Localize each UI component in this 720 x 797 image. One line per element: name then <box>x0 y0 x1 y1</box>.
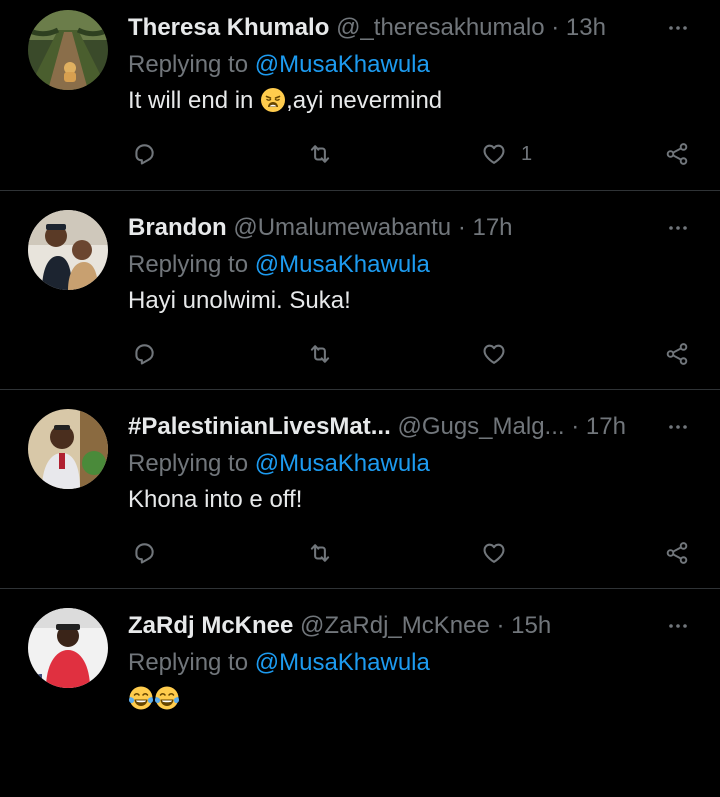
tweet-header: Brandon @Umalumewabantu · 17h <box>128 212 513 244</box>
separator-dot: · <box>571 413 580 440</box>
divider <box>0 389 720 390</box>
tears-of-joy-emoji <box>128 685 154 711</box>
retweet-icon[interactable] <box>307 537 333 569</box>
tweet-text: Khona into e off! <box>128 486 303 513</box>
reply-tweet[interactable]: Brandon @Umalumewabantu · 17h Replying t… <box>0 200 720 399</box>
timestamp[interactable]: 15h <box>511 612 551 639</box>
tears-of-joy-emoji <box>154 685 180 711</box>
replying-to: Replying to @MusaKhawula <box>128 49 430 81</box>
tweet-actions <box>0 338 720 370</box>
tweet-actions <box>0 537 720 569</box>
replying-prefix: Replying to <box>128 251 249 278</box>
more-icon[interactable] <box>666 415 690 439</box>
share-icon[interactable] <box>664 338 690 370</box>
reply-tweet[interactable]: ZaRdj McKnee @ZaRdj_McKnee · 15h Replyin… <box>0 598 720 797</box>
weary-face-emoji <box>260 87 286 113</box>
more-icon[interactable] <box>666 16 690 40</box>
tweet-text-after: ,ayi nevermind <box>286 87 443 114</box>
divider <box>0 588 720 589</box>
separator-dot: · <box>551 14 560 41</box>
display-name[interactable]: Theresa Khumalo <box>128 14 329 41</box>
tweet-text: It will end in ,ayi nevermind <box>128 85 442 117</box>
reply-feed: Theresa Khumalo @_theresakhumalo · 13h R… <box>0 0 720 733</box>
tweet-text: Hayi unolwimi. Suka! <box>128 287 351 314</box>
replying-prefix: Replying to <box>128 51 249 78</box>
tweet-text <box>128 683 180 715</box>
divider <box>0 190 720 191</box>
replying-to: Replying to @MusaKhawula <box>128 448 430 480</box>
user-handle[interactable]: @Umalumewabantu <box>233 214 451 241</box>
replying-prefix: Replying to <box>128 450 249 477</box>
timestamp[interactable]: 17h <box>586 413 626 440</box>
mention-link[interactable]: @MusaKhawula <box>255 649 430 676</box>
replying-to: Replying to @MusaKhawula <box>128 249 430 281</box>
more-icon[interactable] <box>666 614 690 638</box>
replying-prefix: Replying to <box>128 649 249 676</box>
tweet-header: #PalestinianLivesMat... @Gugs_Malg... · … <box>128 411 626 443</box>
tweet-text-before: It will end in <box>128 87 261 114</box>
share-icon[interactable] <box>664 537 690 569</box>
like-icon[interactable] <box>481 537 507 569</box>
like-button[interactable]: 1 <box>481 138 532 170</box>
avatar[interactable] <box>28 409 108 489</box>
reply-icon[interactable] <box>131 537 157 569</box>
user-handle[interactable]: @Gugs_Malg... <box>397 413 564 440</box>
like-icon <box>481 141 507 167</box>
retweet-icon[interactable] <box>307 338 333 370</box>
reply-icon[interactable] <box>131 138 157 170</box>
avatar[interactable] <box>28 608 108 688</box>
replying-to: Replying to @MusaKhawula <box>128 647 430 679</box>
like-count: 1 <box>521 142 533 165</box>
mention-link[interactable]: @MusaKhawula <box>255 251 430 278</box>
tweet-header: ZaRdj McKnee @ZaRdj_McKnee · 15h <box>128 610 551 642</box>
separator-dot: · <box>457 214 466 241</box>
like-icon[interactable] <box>481 338 507 370</box>
user-handle[interactable]: @_theresakhumalo <box>336 14 544 41</box>
reply-icon[interactable] <box>131 338 157 370</box>
mention-link[interactable]: @MusaKhawula <box>255 51 430 78</box>
timestamp[interactable]: 17h <box>472 214 512 241</box>
avatar[interactable] <box>28 210 108 290</box>
display-name[interactable]: Brandon <box>128 214 227 241</box>
mention-link[interactable]: @MusaKhawula <box>255 450 430 477</box>
timestamp[interactable]: 13h <box>566 14 606 41</box>
reply-tweet[interactable]: Theresa Khumalo @_theresakhumalo · 13h R… <box>0 0 720 199</box>
avatar[interactable] <box>28 10 108 90</box>
tweet-actions: 1 <box>0 138 720 170</box>
user-handle[interactable]: @ZaRdj_McKnee <box>300 612 490 639</box>
tweet-header: Theresa Khumalo @_theresakhumalo · 13h <box>128 12 606 44</box>
more-icon[interactable] <box>666 216 690 240</box>
separator-dot: · <box>496 612 505 639</box>
display-name[interactable]: #PalestinianLivesMat... <box>128 413 391 440</box>
reply-tweet[interactable]: #PalestinianLivesMat... @Gugs_Malg... · … <box>0 399 720 598</box>
share-icon[interactable] <box>664 138 690 170</box>
retweet-icon[interactable] <box>307 138 333 170</box>
display-name[interactable]: ZaRdj McKnee <box>128 612 293 639</box>
